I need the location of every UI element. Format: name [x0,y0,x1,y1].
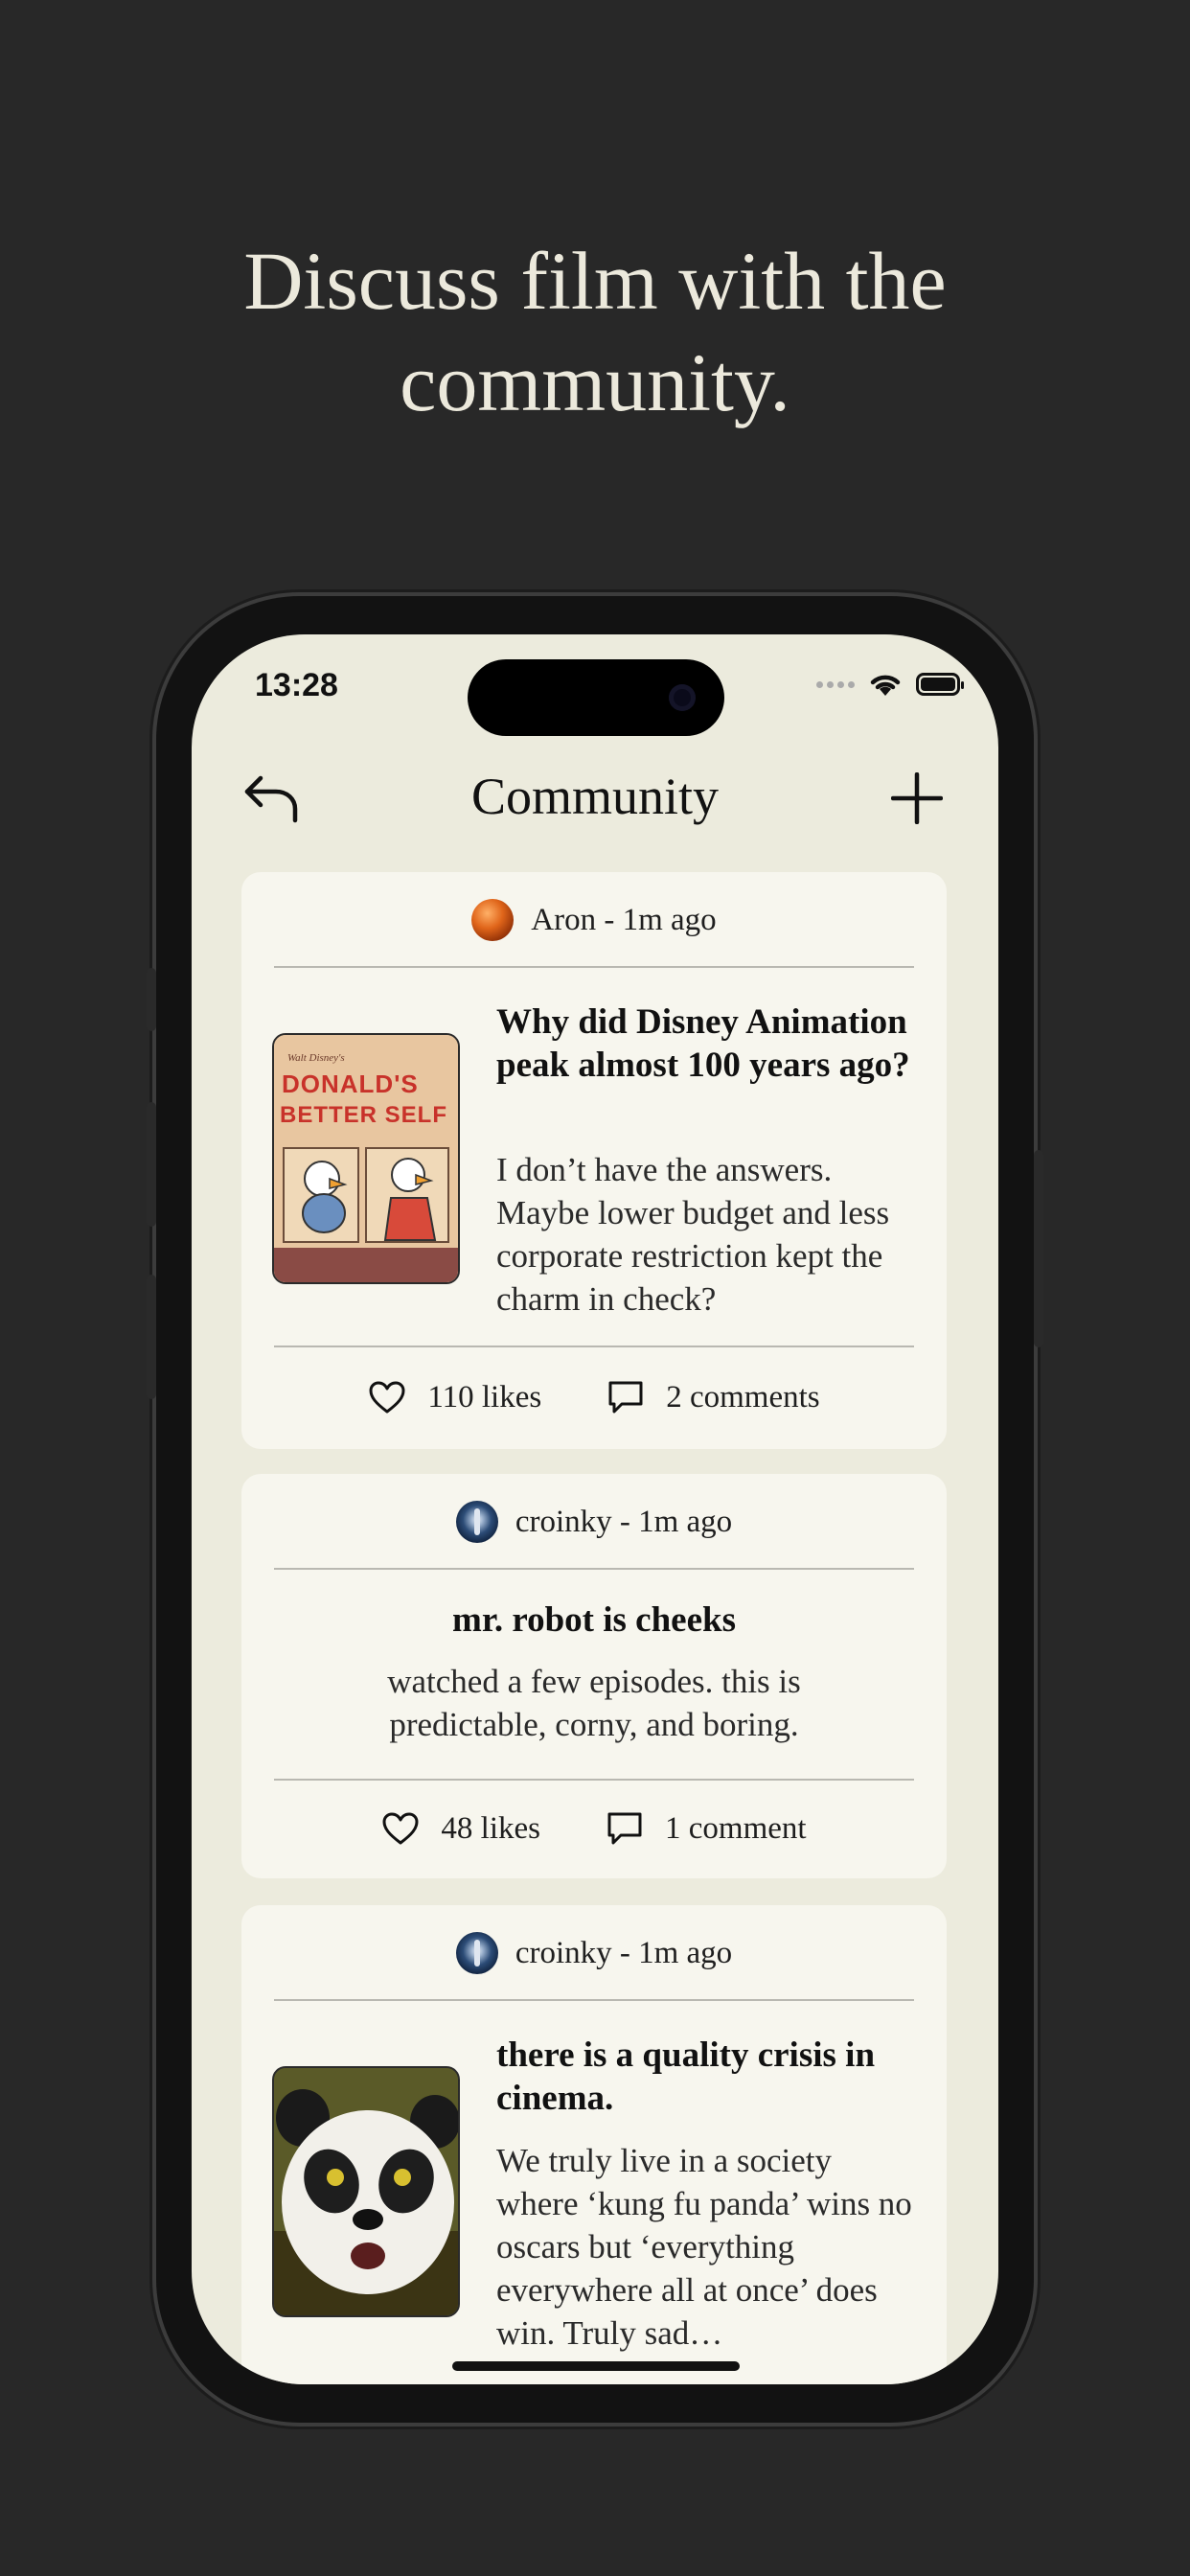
marketing-headline: Discuss film with the community. [0,230,1190,433]
likes-count: 110 likes [427,1379,542,1414]
post-card[interactable]: Aron - 1m ago Walt Disney's DONALD'S BET… [241,872,947,1449]
divider [274,1779,914,1781]
avatar[interactable] [455,1501,498,1543]
post-card[interactable]: croinky - 1m ago mr. robot is cheeks wat… [241,1474,947,1878]
comment-button[interactable]: 1 comment [606,1810,807,1847]
likes-count: 48 likes [441,1810,540,1846]
avatar[interactable] [455,1932,498,1974]
heart-icon [382,1812,419,1845]
signal-dots-icon [816,680,855,688]
post-thumbnail[interactable]: Walt Disney's DONALD'S BETTER SELF [272,1033,460,1284]
panda-image [274,2068,458,2315]
headline-line-2: community. [400,336,790,428]
phone-action-button [147,968,156,1031]
comment-icon [608,1381,643,1414]
post-header: croinky - 1m ago [241,1905,947,2001]
post-title[interactable]: there is a quality crisis in cinema. [496,2034,918,2120]
post-body: We truly live in a society where ‘kung f… [496,2142,912,2352]
post-header: croinky - 1m ago [241,1474,947,1570]
divider [274,1999,914,2001]
page-title: Community [470,768,720,825]
status-indicators [816,671,964,698]
comment-icon [607,1812,642,1845]
avatar[interactable] [471,899,515,941]
post-card[interactable]: croinky - 1m ago there is a quality cris… [241,1905,947,2384]
comments-count: 1 comment [665,1810,807,1846]
post-header: Aron - 1m ago [241,872,947,968]
phone-volume-up-button [147,1102,156,1227]
headline-line-1: Discuss film with the [243,235,947,327]
post-body: I don’t have the answers. Maybe lower bu… [496,1151,890,1318]
nav-bar: Community [192,748,998,843]
wifi-icon [870,675,901,696]
status-time: 13:28 [255,667,338,703]
post-meta: croinky - 1m ago [515,1504,733,1539]
camera-icon [669,684,696,711]
poster-title-1: DONALD'S [282,1070,419,1098]
like-button[interactable]: 48 likes [381,1811,540,1847]
divider [274,1568,914,1570]
post-thumbnail[interactable] [272,2066,460,2317]
phone-volume-down-button [147,1275,156,1399]
post-title[interactable]: mr. robot is cheeks [241,1598,947,1642]
home-indicator[interactable] [452,2361,740,2371]
phone-side-button [1034,1150,1043,1347]
divider [274,1346,914,1347]
post-body: watched a few episodes. this is predicta… [387,1663,801,1743]
post-meta: Aron - 1m ago [531,902,717,937]
post-stats: 110 likes 2 comments [241,1368,947,1426]
phone-screen: 13:28 Community Aron - 1m ago Walt Disne… [192,634,998,2384]
heart-icon [369,1381,405,1414]
like-button[interactable]: 110 likes [368,1380,541,1415]
plus-icon[interactable] [891,772,943,824]
divider [274,966,914,968]
post-stats: 48 likes 1 comment [241,1800,947,1857]
comment-button[interactable]: 2 comments [606,1379,820,1415]
post-meta: croinky - 1m ago [515,1935,733,1970]
post-title[interactable]: Why did Disney Animation peak almost 100… [496,1000,918,1087]
battery-icon [916,673,964,696]
dynamic-island [468,659,724,736]
poster-caption: Walt Disney's [287,1052,345,1064]
poster-title-2: BETTER SELF [280,1102,448,1128]
comments-count: 2 comments [666,1379,820,1414]
